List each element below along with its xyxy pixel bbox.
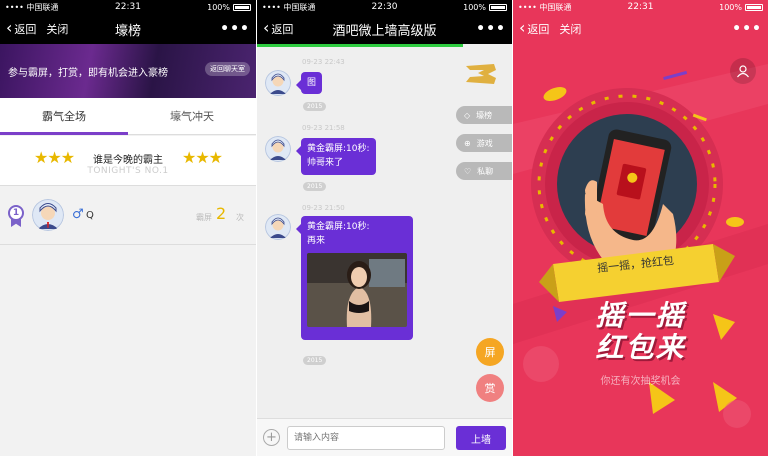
tip-button[interactable]: 赏 bbox=[476, 374, 504, 402]
score-value: 2 bbox=[216, 204, 227, 223]
message-input[interactable] bbox=[287, 426, 445, 450]
message-text: 再来 bbox=[307, 236, 326, 247]
message-tag: 2015 bbox=[303, 356, 327, 365]
screen-takeover-button[interactable]: 屏 bbox=[476, 338, 504, 366]
status-bar: •••• 中国联通 22:31 100% bbox=[513, 0, 768, 14]
chevron-left-icon: ‹ bbox=[6, 18, 13, 37]
chat-wall-screen: •••• 中国联通 22:30 100% ‹ 返回 酒吧微上墙高级版 ••• 09… bbox=[257, 0, 512, 456]
nav-bar: ‹ 返回 关闭 ••• bbox=[513, 14, 768, 44]
ranking-header: ★★★ 谁是今晚的霸主 ★★★ TONIGHT'S NO.1 bbox=[0, 136, 256, 186]
stars-right-icon: ★★★ bbox=[181, 148, 223, 167]
nav-bar: ‹ 返回 关闭 壕榜 ••• bbox=[0, 14, 256, 44]
close-button[interactable]: 关闭 bbox=[46, 21, 68, 37]
chat-bubble[interactable]: 图 bbox=[295, 72, 323, 95]
more-menu-button[interactable]: ••• bbox=[220, 21, 250, 37]
send-button[interactable]: 上墙 bbox=[456, 426, 506, 450]
nav-bar: ‹ 返回 酒吧微上墙高级版 ••• bbox=[257, 14, 512, 44]
close-button[interactable]: 关闭 bbox=[559, 21, 581, 37]
chat-bubble[interactable]: 黄金霸屏:10秒: 再来 bbox=[296, 216, 413, 341]
message-photo[interactable] bbox=[307, 252, 407, 327]
side-button-private-chat[interactable]: ♡ 私聊 bbox=[456, 162, 512, 180]
more-menu-button[interactable]: ••• bbox=[476, 21, 506, 37]
side-button-ranking[interactable]: ◇ 壕榜 bbox=[456, 106, 512, 124]
more-menu-button[interactable]: ••• bbox=[732, 21, 762, 37]
promo-banner: 参与霸屏，打赏，即有机会进入豪榜 返回聊天室 bbox=[0, 44, 256, 98]
message-text: 图 bbox=[307, 78, 317, 88]
banner-text: 参与霸屏，打赏，即有机会进入豪榜 bbox=[8, 68, 168, 79]
back-button[interactable]: ‹ 返回 bbox=[519, 18, 550, 37]
status-bar: •••• 中国联通 22:30 100% bbox=[257, 0, 512, 14]
back-button[interactable]: ‹ 返回 bbox=[263, 18, 294, 37]
message-timestamp: 09-23 21:58 bbox=[302, 124, 345, 132]
logo-icon bbox=[466, 64, 496, 84]
avatar bbox=[265, 214, 291, 240]
headline-line-1: 摇一摇 bbox=[595, 299, 686, 332]
page-title: 壕榜 bbox=[114, 23, 141, 39]
side-button-label: 私聊 bbox=[477, 166, 494, 176]
ranking-screen: •••• 中国联通 22:31 100% ‹ 返回 关闭 壕榜 ••• 参与霸屏，… bbox=[0, 0, 256, 456]
message-sender: 黄金霸屏:10秒: bbox=[307, 144, 370, 154]
score-label: 霸屏 bbox=[196, 213, 212, 222]
clock: 22:31 bbox=[115, 2, 141, 12]
shake-redpacket-screen: •••• 中国联通 22:31 100% ‹ 返回 关闭 ••• 摇一摇，抢红包… bbox=[513, 0, 768, 456]
input-bar: + 上墙 bbox=[257, 418, 512, 456]
loading-progress-bar bbox=[257, 44, 463, 47]
page-title: 酒吧微上墙高级版 bbox=[332, 23, 437, 39]
shake-illustration bbox=[513, 64, 768, 428]
rank-number: 1 bbox=[8, 205, 24, 221]
diamond-icon: ◇ bbox=[464, 110, 471, 120]
status-bar: •••• 中国联通 22:31 100% bbox=[0, 0, 256, 14]
chevron-left-icon: ‹ bbox=[519, 18, 526, 37]
male-icon: ♂ bbox=[72, 207, 84, 222]
battery-icon bbox=[489, 3, 507, 11]
back-button[interactable]: ‹ 返回 bbox=[6, 18, 37, 37]
message-timestamp: 09-23 21:50 bbox=[302, 204, 345, 212]
clock: 22:30 bbox=[371, 2, 398, 12]
chance-counter: 你还有次抽奖机会 bbox=[600, 376, 681, 387]
message-tag: 2015 bbox=[303, 102, 327, 111]
ranking-subtitle: TONIGHT'S NO.1 bbox=[87, 166, 169, 176]
heart-icon: ♡ bbox=[464, 166, 472, 176]
tab-dominance[interactable]: 霸气全场 bbox=[0, 98, 128, 135]
back-label: 返回 bbox=[527, 23, 550, 36]
back-label: 返回 bbox=[14, 23, 37, 36]
user-icon bbox=[737, 65, 749, 78]
user-name: Q bbox=[86, 210, 94, 221]
tab-bar: 霸气全场 壕气冲天 bbox=[0, 98, 256, 135]
battery-icon bbox=[745, 3, 763, 11]
tab-wealth[interactable]: 壕气冲天 bbox=[128, 98, 256, 134]
clock: 22:31 bbox=[627, 2, 654, 12]
side-button-label: 游戏 bbox=[476, 138, 493, 148]
side-button-game[interactable]: ⊕ 游戏 bbox=[456, 134, 512, 152]
chevron-left-icon: ‹ bbox=[263, 18, 270, 37]
rank-row[interactable]: 1 ♂ Q 霸屏 2 次 bbox=[0, 190, 256, 245]
shake-headline: 摇一摇 红包来 bbox=[513, 299, 768, 365]
user-profile-button[interactable] bbox=[730, 58, 756, 84]
side-button-label: 壕榜 bbox=[476, 110, 493, 120]
message-text: 帅哥来了 bbox=[307, 158, 344, 169]
message-sender: 黄金霸屏:10秒: bbox=[307, 222, 370, 232]
headline-line-2: 红包来 bbox=[595, 331, 686, 365]
score-unit: 次 bbox=[236, 213, 244, 222]
return-chatroom-button[interactable]: 返回聊天室 bbox=[205, 62, 250, 76]
avatar bbox=[265, 136, 291, 162]
rank-medal-icon: 1 bbox=[7, 205, 25, 227]
message-timestamp: 09-23 22:43 bbox=[302, 58, 345, 66]
plus-icon[interactable]: + bbox=[263, 429, 280, 446]
gamepad-icon: ⊕ bbox=[464, 138, 471, 148]
chat-bubble[interactable]: 黄金霸屏:10秒: 帅哥来了 bbox=[296, 138, 376, 175]
avatar bbox=[32, 199, 64, 231]
battery-icon bbox=[233, 3, 251, 11]
back-label: 返回 bbox=[271, 23, 294, 36]
message-tag: 2015 bbox=[303, 182, 327, 191]
avatar bbox=[265, 70, 291, 96]
